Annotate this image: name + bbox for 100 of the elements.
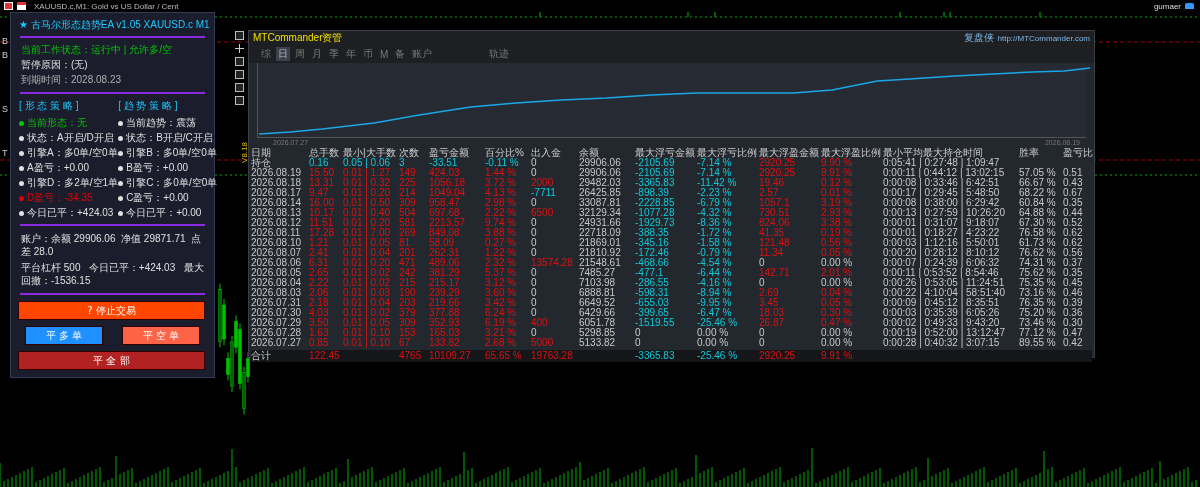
table-cell-text: 1.44 % bbox=[485, 168, 518, 178]
url-link[interactable]: http://MTCommander.com bbox=[997, 33, 1090, 43]
table-cell-text: -7711 bbox=[531, 188, 557, 198]
table-cell-text: 0.16 bbox=[309, 158, 329, 168]
table-cell-text: 0 bbox=[635, 338, 642, 348]
status-text: 引擎C：多0单/空0单 bbox=[126, 177, 218, 189]
table-cell-text: -6.47 % bbox=[697, 308, 733, 318]
table-cell-text: -3365.83 bbox=[635, 350, 676, 362]
table-cell-text: 400 bbox=[531, 318, 549, 328]
table-cell-text: -1.72 % bbox=[697, 228, 733, 238]
action-button[interactable]: 平 空 单 bbox=[122, 326, 200, 345]
status-text: 引擎A：多0单/空0单 bbox=[27, 147, 118, 159]
table-cell-text: 9.91 % bbox=[821, 350, 854, 362]
chart-marker: B bbox=[2, 50, 8, 60]
table-cell-text: 0.35 bbox=[1063, 198, 1084, 208]
window-icon bbox=[17, 2, 26, 10]
table-cell-text: 0.00 % bbox=[697, 338, 730, 348]
table-cell-text: 215 bbox=[399, 278, 417, 288]
table-cell-text: 0.01 | 0.02 bbox=[343, 268, 392, 278]
tab[interactable]: 轨迹 bbox=[487, 47, 512, 61]
table-cell-text: 0.67 bbox=[1063, 188, 1084, 198]
action-button[interactable]: 平 全 部 bbox=[18, 351, 205, 370]
table-cell-text: 2026.07.27 bbox=[251, 338, 303, 348]
tab[interactable]: M bbox=[378, 48, 391, 60]
table-cell-text: 3.12 % bbox=[485, 278, 518, 288]
tab[interactable]: 账户 bbox=[410, 47, 435, 61]
table-cell-text: 9.91 % bbox=[821, 168, 854, 178]
chart-marker: B bbox=[2, 36, 8, 46]
table-cell-text: 29906.06 bbox=[579, 158, 622, 168]
tab[interactable]: 月 bbox=[310, 47, 324, 61]
table-cell-text: 3.60 % bbox=[485, 288, 518, 298]
tab[interactable]: 年 bbox=[344, 47, 358, 61]
table-cell-text: 0:00:08 | 0:38:00 | 6:29:42 bbox=[883, 198, 1000, 208]
tab[interactable]: 币 bbox=[361, 47, 375, 61]
column-header: 最大浮亏比例 bbox=[697, 147, 758, 158]
status-text: 状态：A开启/D开启 bbox=[27, 132, 114, 144]
table-cell-text: 9.90 % bbox=[821, 158, 854, 168]
table-cell-text: 4.13 % bbox=[485, 188, 518, 198]
table-cell-text: 2920.25 bbox=[759, 350, 797, 362]
column-header: 日期 bbox=[251, 147, 271, 158]
table-cell-text: 0 bbox=[531, 278, 538, 288]
table-cell-text: 0 bbox=[531, 198, 538, 208]
table-cell-text: 13574.28 bbox=[531, 258, 574, 268]
cap-icon bbox=[1185, 3, 1194, 9]
status-text: 暂停原因：(无) bbox=[21, 59, 88, 71]
table-cell-text: 74.31 % bbox=[1019, 258, 1057, 268]
table-cell-text: -1519.55 bbox=[635, 318, 676, 328]
table-cell-text: -6.79 % bbox=[697, 198, 733, 208]
table-cell-text: 0 bbox=[531, 268, 538, 278]
table-cell-text: 489.06 bbox=[429, 258, 461, 268]
table-cell-text: 57.05 % bbox=[1019, 168, 1057, 178]
table-cell-text: 2026.07.29 bbox=[251, 318, 303, 328]
table-cell-text: 0.51 bbox=[1063, 168, 1084, 178]
table-cell-text: 122.45 bbox=[309, 350, 341, 362]
table-cell-text: 58.09 bbox=[429, 238, 456, 248]
table-cell-text: -4.32 % bbox=[697, 208, 733, 218]
table-cell-text: 0:00:08 | 0:33:46 | 6:42:51 bbox=[883, 178, 1001, 188]
table-cell-text: 6649.52 bbox=[579, 298, 617, 308]
table-cell-text: 60.84 % bbox=[1019, 198, 1057, 208]
table-cell-text: 133.82 bbox=[429, 338, 461, 348]
status-text: 到期时间：2028.08.23 bbox=[21, 74, 122, 86]
tab[interactable]: 周 bbox=[293, 47, 307, 61]
table-cell-text: 持仓 bbox=[251, 158, 272, 168]
table-cell-text: -2.23 % bbox=[697, 188, 733, 198]
table-cell-text: 10109.27 bbox=[429, 350, 472, 362]
table-cell-text: 2026.08.12 bbox=[251, 218, 303, 228]
table-cell-text: 17.28 bbox=[309, 228, 336, 238]
table-cell-text: 958.47 bbox=[429, 198, 461, 208]
table-cell-text: 2000 bbox=[531, 178, 555, 188]
table-cell-text: 190 bbox=[399, 288, 417, 298]
tab[interactable]: 综 bbox=[259, 47, 273, 61]
table-cell-text: 0:00:11 | 0:44:12 | 13:02:15 bbox=[883, 168, 1006, 178]
tab[interactable]: 日 bbox=[276, 47, 290, 61]
table-cell-text: 6.19 % bbox=[485, 318, 518, 328]
table-cell-text: 381.29 bbox=[429, 268, 461, 278]
table-cell-text: 0.01 | 0.02 bbox=[343, 278, 392, 288]
table-cell-text: 2.18 bbox=[309, 298, 330, 308]
table-cell-text: -3365.83 bbox=[635, 178, 676, 188]
action-button[interactable]: ? 停止交易 bbox=[18, 301, 205, 320]
table-cell-text: 11.51 bbox=[309, 218, 335, 228]
table-cell-text: 0:00:26 | 0:53:05 | 11:24:51 bbox=[883, 278, 1006, 288]
table-cell-text: -345.16 bbox=[635, 238, 670, 248]
table-cell-text: 0.01 | 0.50 bbox=[343, 198, 392, 208]
table-cell-text: 0 bbox=[759, 338, 766, 348]
table-cell-text: -2105.69 bbox=[635, 168, 676, 178]
table-cell-text: 6500 bbox=[531, 208, 555, 218]
table-cell-text: 0.46 bbox=[1063, 288, 1084, 298]
table-cell-text: 65.65 % bbox=[485, 350, 523, 362]
table-cell-text: 0.35 bbox=[1063, 268, 1084, 278]
table-cell-text: 2.01 % bbox=[821, 268, 854, 278]
table-cell-text: 2.41 bbox=[309, 248, 330, 258]
action-button[interactable]: 平 多 单 bbox=[25, 326, 103, 345]
tab[interactable]: 季 bbox=[327, 47, 341, 61]
table-cell-text: 0:00:22 | 4:10:04 | 58:51:40 bbox=[883, 288, 1006, 298]
tab[interactable]: 备 bbox=[393, 47, 408, 61]
status-text: 当前工作状态：运行中 | 允许多/空 bbox=[21, 44, 172, 56]
table-cell-text: 0.85 bbox=[309, 338, 330, 348]
status-text: 当前形态：无 bbox=[27, 117, 87, 129]
table-cell-text: -6.44 % bbox=[697, 268, 733, 278]
table-cell-text: 0:00:09 | 0:45:12 | 8:35:51 bbox=[883, 298, 1001, 308]
